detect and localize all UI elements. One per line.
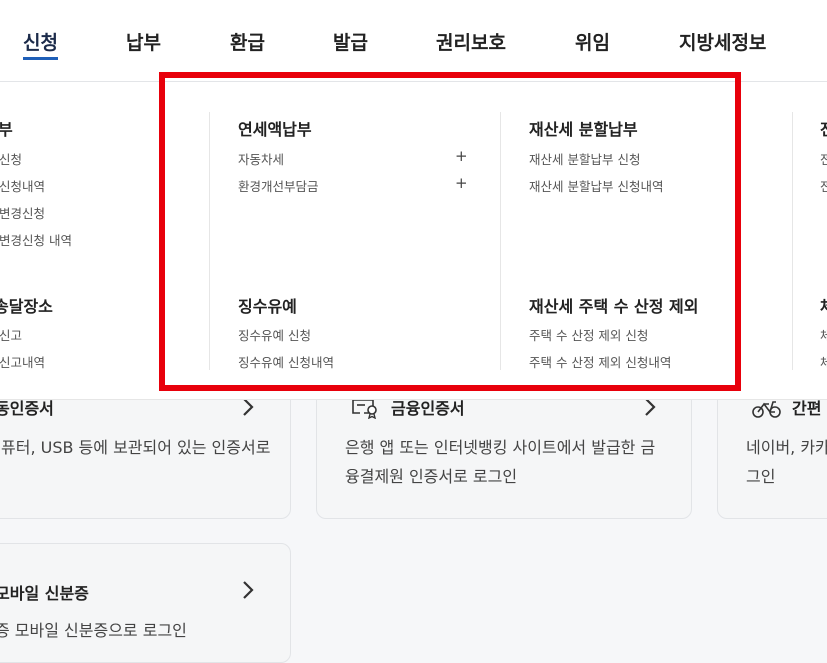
card-description: 그인 [746, 467, 776, 486]
menu-item[interactable]: 변경신청 내역 [0, 230, 72, 249]
chevron-right-icon [243, 398, 254, 416]
bicycle-icon [752, 401, 781, 418]
menu-item[interactable]: 신청내역 [0, 176, 45, 195]
menu-item[interactable]: 신고 [0, 325, 22, 344]
tab-rights-protection[interactable]: 권리보호 [436, 28, 506, 55]
menu-group-title[interactable]: 체 [820, 293, 827, 317]
menu-item[interactable]: 체 [820, 325, 827, 344]
certificate-icon [352, 399, 377, 419]
tab-local-tax-info[interactable]: 지방세정보 [679, 28, 766, 55]
card-description: 네이버, 카카 [746, 438, 827, 457]
menu-item[interactable]: 변경신청 [0, 203, 45, 222]
tab-issue[interactable]: 발급 [333, 28, 368, 55]
active-tab-indicator [23, 57, 58, 60]
tab-apply[interactable]: 신청 [23, 28, 58, 55]
tab-delegation[interactable]: 위임 [575, 28, 610, 55]
tab-refund[interactable]: 환급 [230, 28, 265, 55]
menu-item[interactable]: 신고내역 [0, 352, 45, 371]
chevron-right-icon [243, 581, 254, 599]
tab-payment[interactable]: 납부 [126, 28, 161, 55]
menu-item[interactable]: 신청 [0, 149, 22, 168]
menu-group-title[interactable]: 전 [820, 116, 827, 140]
highlight-annotation-box [159, 72, 741, 391]
card-title: 모바일 신분증 [0, 584, 89, 603]
card-description: 융결제원 인증서로 로그인 [345, 467, 518, 486]
card-description: 은행 앱 또는 인터넷뱅킹 사이트에서 발급한 금 [345, 438, 656, 457]
menu-item[interactable]: 체 [820, 352, 827, 371]
menu-item[interactable]: 전 [820, 149, 827, 168]
menu-group-title[interactable]: 송달장소 [0, 293, 53, 317]
menu-group-title[interactable]: 부 [0, 116, 13, 140]
card-description: 증 모바일 신분증으로 로그인 [0, 621, 187, 640]
chevron-right-icon [645, 398, 656, 416]
top-navigation: 신청 납부 환급 발급 권리보호 위임 지방세정보 [0, 0, 827, 82]
column-divider [792, 112, 793, 370]
mobile-id-card[interactable]: 모바일 신분증 증 모바일 신분증으로 로그인 [0, 543, 291, 663]
card-description: 퓨터, USB 등에 보관되어 있는 인증서로 [1, 438, 271, 457]
menu-item[interactable]: 전 [820, 176, 827, 195]
